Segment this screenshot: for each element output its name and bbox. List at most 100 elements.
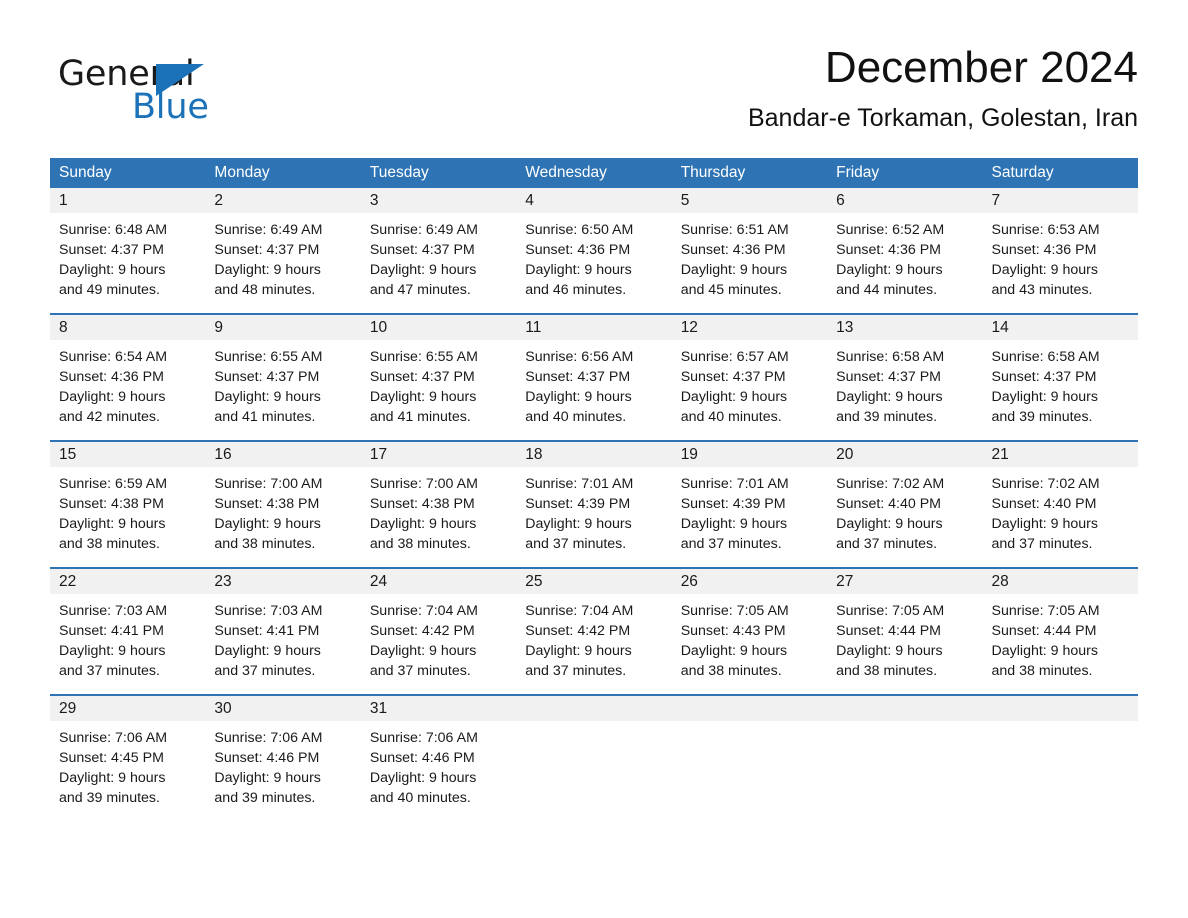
day-number: 11 (516, 315, 672, 340)
sunset-text: Sunset: 4:38 PM (214, 496, 320, 512)
calendar-grid: Sunday Monday Tuesday Wednesday Thursday Frid… (50, 158, 1138, 811)
day-cell[interactable]: 24 Sunrise: 7:04 AM Sunset: 4:42 PM Dayligh… (360, 569, 517, 684)
day-cell[interactable]: 15 Sunrise: 6:59 AM Sunset: 4:38 PM Dayligh… (50, 442, 206, 557)
day-cell[interactable]: 29 Sunrise: 7:06 AM Sunset: 4:45 PM Dayligh… (50, 696, 206, 811)
day-cell[interactable]: 2 Sunrise: 6:49 AM Sunset: 4:37 PM Daylight… (205, 188, 361, 303)
sunset-text: Sunset: 4:41 PM (214, 623, 320, 639)
day-cell[interactable]: 18 Sunrise: 7:01 AM Sunset: 4:39 PM Dayligh… (516, 442, 672, 557)
day-number: 27 (827, 569, 983, 594)
day-number: 24 (360, 569, 517, 594)
sunrise-text: Sunrise: 7:00 AM (369, 476, 478, 492)
week-row: 22 Sunrise: 7:03 AM Sunset: 4:41 PM Dayligh… (50, 567, 1138, 684)
day-details: Sunrise: 6:50 AM Sunset: 4:36 PM Daylight:… (516, 213, 671, 300)
day-number: 23 (205, 569, 361, 594)
day-cell[interactable]: 5 Sunrise: 6:51 AM Sunset: 4:36 PM Daylight… (671, 188, 828, 303)
sunrise-text: Sunrise: 7:03 AM (214, 603, 323, 619)
page-subtitle: Bandar-e Torkaman, Golestan, Iran (747, 104, 1138, 132)
daylight-text-line2: and 48 minutes. (214, 282, 316, 298)
daylight-text-line1: Daylight: 9 hours (369, 389, 477, 405)
day-cell[interactable]: 16 Sunrise: 7:00 AM Sunset: 4:38 PM Dayligh… (205, 442, 361, 557)
day-number: 25 (516, 569, 672, 594)
day-details: Sunrise: 6:49 AM Sunset: 4:37 PM Daylight:… (205, 213, 360, 300)
day-cell-empty (516, 696, 672, 811)
day-cell[interactable]: 14 Sunrise: 6:58 AM Sunset: 4:37 PM Dayligh… (982, 315, 1138, 430)
sunset-text: Sunset: 4:46 PM (214, 750, 320, 766)
sunrise-text: Sunrise: 6:50 AM (525, 222, 634, 238)
day-cell[interactable]: 30 Sunrise: 7:06 AM Sunset: 4:46 PM Dayligh… (205, 696, 361, 811)
day-cell[interactable]: 13 Sunrise: 6:58 AM Sunset: 4:37 PM Dayligh… (827, 315, 983, 430)
day-cell[interactable]: 11 Sunrise: 6:56 AM Sunset: 4:37 PM Dayligh… (516, 315, 672, 430)
day-cell[interactable]: 31 Sunrise: 7:06 AM Sunset: 4:46 PM Dayligh… (360, 696, 517, 811)
weekday-header-wednesday: Wednesday (525, 164, 607, 181)
sunset-text: Sunset: 4:37 PM (369, 242, 475, 258)
general-blue-logo[interactable]: General Blue (58, 54, 318, 144)
day-number: 28 (982, 569, 1138, 594)
daylight-text-line1: Daylight: 9 hours (214, 516, 321, 532)
day-cell[interactable]: 10 Sunrise: 6:55 AM Sunset: 4:37 PM Dayligh… (360, 315, 517, 430)
day-cell[interactable]: 28 Sunrise: 7:05 AM Sunset: 4:44 PM Dayligh… (982, 569, 1138, 684)
daylight-text-line1: Daylight: 9 hours (369, 643, 477, 659)
day-details: Sunrise: 6:55 AM Sunset: 4:37 PM Daylight:… (361, 340, 516, 427)
daylight-text-line2: and 37 minutes. (836, 536, 938, 552)
sunset-text: Sunset: 4:37 PM (214, 369, 320, 385)
week-row: 1 Sunrise: 6:48 AM Sunset: 4:37 PM Daylight… (50, 188, 1138, 303)
daylight-text-line2: and 37 minutes. (680, 536, 782, 552)
daylight-text-line1: Daylight: 9 hours (59, 389, 166, 405)
sunset-text: Sunset: 4:36 PM (991, 242, 1097, 258)
day-cell[interactable]: 9 Sunrise: 6:55 AM Sunset: 4:37 PM Daylight… (205, 315, 361, 430)
daylight-text-line1: Daylight: 9 hours (214, 389, 321, 405)
week-row: 15 Sunrise: 6:59 AM Sunset: 4:38 PM Dayligh… (50, 440, 1138, 557)
day-details: Sunrise: 6:58 AM Sunset: 4:37 PM Daylight:… (827, 340, 982, 427)
day-cell[interactable]: 3 Sunrise: 6:49 AM Sunset: 4:37 PM Daylight… (360, 188, 517, 303)
day-cell[interactable]: 22 Sunrise: 7:03 AM Sunset: 4:41 PM Dayligh… (50, 569, 206, 684)
daylight-text-line2: and 47 minutes. (369, 282, 471, 298)
day-cell[interactable]: 4 Sunrise: 6:50 AM Sunset: 4:36 PM Daylight… (516, 188, 672, 303)
sunrise-text: Sunrise: 7:01 AM (525, 476, 634, 492)
sunrise-text: Sunrise: 7:05 AM (991, 603, 1100, 619)
day-details: Sunrise: 7:02 AM Sunset: 4:40 PM Daylight:… (827, 467, 982, 554)
day-cell[interactable]: 6 Sunrise: 6:52 AM Sunset: 4:36 PM Daylight… (827, 188, 983, 303)
sunset-text: Sunset: 4:37 PM (214, 242, 320, 258)
day-number: 16 (205, 442, 361, 467)
daylight-text-line1: Daylight: 9 hours (525, 643, 632, 659)
day-cell[interactable]: 26 Sunrise: 7:05 AM Sunset: 4:43 PM Dayligh… (671, 569, 828, 684)
day-cell[interactable]: 1 Sunrise: 6:48 AM Sunset: 4:37 PM Daylight… (50, 188, 206, 303)
daylight-text-line1: Daylight: 9 hours (59, 516, 166, 532)
day-cell[interactable]: 17 Sunrise: 7:00 AM Sunset: 4:38 PM Dayligh… (360, 442, 517, 557)
day-cell[interactable]: 12 Sunrise: 6:57 AM Sunset: 4:37 PM Dayligh… (671, 315, 828, 430)
daylight-text-line2: and 42 minutes. (59, 409, 160, 425)
sunset-text: Sunset: 4:37 PM (991, 369, 1097, 385)
day-details: Sunrise: 7:01 AM Sunset: 4:39 PM Daylight:… (516, 467, 671, 554)
sunrise-text: Sunrise: 7:05 AM (836, 603, 945, 619)
day-cell[interactable]: 27 Sunrise: 7:05 AM Sunset: 4:44 PM Dayligh… (827, 569, 983, 684)
day-cell[interactable]: 8 Sunrise: 6:54 AM Sunset: 4:36 PM Daylight… (50, 315, 206, 430)
day-cell[interactable]: 20 Sunrise: 7:02 AM Sunset: 4:40 PM Dayligh… (827, 442, 983, 557)
day-details: Sunrise: 7:04 AM Sunset: 4:42 PM Daylight:… (361, 594, 516, 681)
sunrise-text: Sunrise: 6:56 AM (525, 349, 634, 365)
daylight-text-line1: Daylight: 9 hours (214, 643, 321, 659)
daylight-text-line1: Daylight: 9 hours (525, 389, 632, 405)
daylight-text-line2: and 40 minutes. (525, 409, 627, 425)
day-cell[interactable]: 25 Sunrise: 7:04 AM Sunset: 4:42 PM Dayligh… (516, 569, 672, 684)
day-cell[interactable]: 23 Sunrise: 7:03 AM Sunset: 4:41 PM Dayligh… (205, 569, 361, 684)
sunset-text: Sunset: 4:37 PM (525, 369, 631, 385)
sunset-text: Sunset: 4:38 PM (59, 496, 164, 512)
weekday-header-monday: Monday (214, 164, 270, 181)
day-cell[interactable]: 21 Sunrise: 7:02 AM Sunset: 4:40 PM Dayligh… (982, 442, 1138, 557)
sunset-text: Sunset: 4:37 PM (836, 369, 941, 385)
sunset-text: Sunset: 4:44 PM (836, 623, 941, 639)
daylight-text-line2: and 40 minutes. (680, 409, 782, 425)
daylight-text-line1: Daylight: 9 hours (369, 770, 477, 786)
day-cell[interactable]: 19 Sunrise: 7:01 AM Sunset: 4:39 PM Dayligh… (671, 442, 828, 557)
sunrise-text: Sunrise: 6:57 AM (680, 349, 789, 365)
day-details: Sunrise: 7:04 AM Sunset: 4:42 PM Daylight:… (516, 594, 671, 681)
daylight-text-line1: Daylight: 9 hours (525, 262, 632, 278)
day-cell[interactable]: 7 Sunrise: 6:53 AM Sunset: 4:36 PM Daylight… (982, 188, 1138, 303)
sunset-text: Sunset: 4:40 PM (991, 496, 1097, 512)
day-details: Sunrise: 7:06 AM Sunset: 4:46 PM Daylight:… (205, 721, 360, 808)
sunset-text: Sunset: 4:38 PM (369, 496, 475, 512)
day-details: Sunrise: 6:54 AM Sunset: 4:36 PM Daylight:… (50, 340, 205, 427)
day-details: Sunrise: 6:48 AM Sunset: 4:37 PM Daylight:… (50, 213, 205, 300)
sunrise-text: Sunrise: 7:03 AM (59, 603, 168, 619)
sunset-text: Sunset: 4:39 PM (525, 496, 631, 512)
